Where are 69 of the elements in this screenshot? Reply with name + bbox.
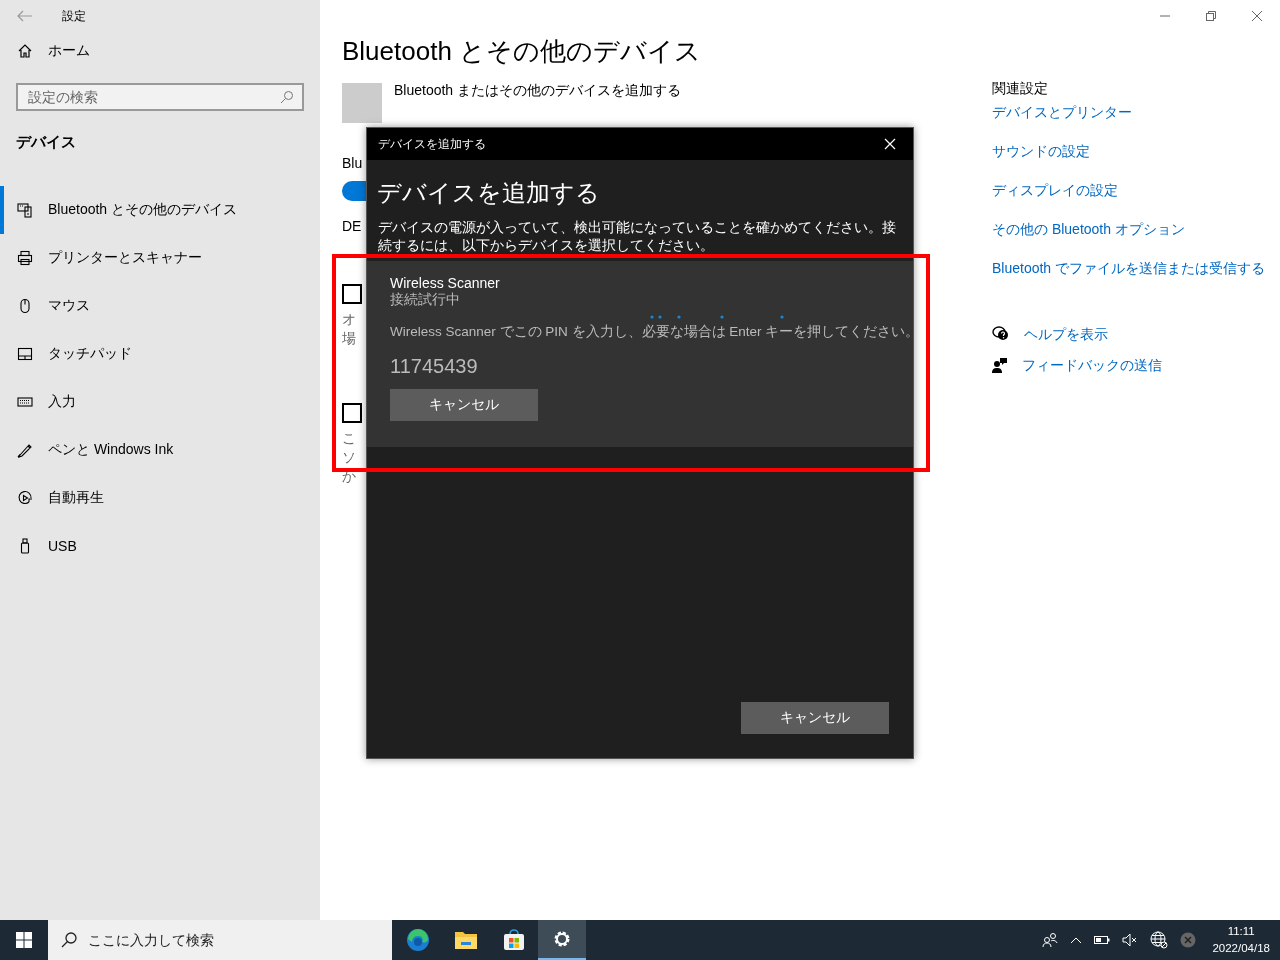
close-circle-icon[interactable] [1180,932,1197,948]
speaker-muted-icon[interactable] [1122,933,1139,947]
browser-icon [406,928,430,952]
add-device-label[interactable]: Bluetooth またはその他のデバイスを追加する [394,83,682,97]
cancel-button[interactable]: キャンセル [390,389,538,421]
sidebar-item[interactable]: マウス [0,282,320,330]
option-text: 場 [342,329,356,348]
sidebar-item[interactable]: 自動再生 [0,474,320,522]
clock-date: 2022/04/18 [1212,941,1270,956]
taskbar-app[interactable] [538,920,586,960]
home-link[interactable]: ホーム [0,41,320,61]
cancel-button[interactable]: キャンセル [741,702,889,734]
battery-icon[interactable] [1094,935,1111,945]
device-name: Wireless Scanner [390,275,501,291]
feedback-icon [992,357,1008,373]
people-icon[interactable] [1042,932,1059,948]
chevron-up-icon[interactable] [1070,936,1083,944]
settings-link[interactable]: デバイスとプリンター [992,102,1132,122]
sidebar-item[interactable]: ペンと Windows Ink [0,426,320,474]
page-title: Bluetooth とその他のデバイス [342,35,703,68]
section-heading: デバイス [15,133,77,152]
windows-logo-icon [16,932,32,948]
sidebar-item[interactable]: Bluetooth とその他のデバイス [0,186,320,234]
keyboard-icon [17,394,33,410]
bluetooth-label: Blu [342,155,363,171]
option-text: か [342,467,356,486]
search-field[interactable]: 設定の検索 [16,83,304,111]
option-text: オ [342,310,356,329]
help-link[interactable]: フィードバックの送信 [1022,355,1162,375]
option-text: ソ [342,448,356,467]
help-icon [992,326,1010,342]
pin-code: 11745439 [390,355,479,378]
store-icon [503,929,525,951]
folder-icon [454,930,478,950]
restore-icon[interactable] [1205,10,1217,22]
autoplay-icon [17,490,33,506]
help-link[interactable]: ヘルプを表示 [1024,324,1108,344]
device-panel[interactable]: Wireless Scanner 接続試行中 Wireless Scanner でこの PIN を入力し、必要な場合は Enter キーを押してください。 11745439 キャンセル [367,261,913,447]
printer-icon [17,250,33,266]
touchpad-icon [17,346,33,362]
window-title: 設定 [62,7,86,25]
taskbar-search-field[interactable]: ここに入力して検索 [48,920,392,960]
bluetooth-icon [17,202,33,218]
mouse-icon [17,298,33,314]
sidebar-item[interactable]: USB [0,522,320,570]
option-text: こ [342,429,356,448]
settings-link[interactable]: サウンドの設定 [992,141,1090,161]
dialog-heading: デバイスを追加する [376,178,601,207]
clock[interactable]: 11:11 2022/04/18 [1212,923,1270,957]
sidebar-item[interactable]: 入力 [0,378,320,426]
search-icon [280,90,294,104]
sidebar-item[interactable]: プリンターとスキャナー [0,234,320,282]
settings-link[interactable]: Bluetooth でファイルを送信または受信する [992,258,1266,278]
search-icon [61,932,77,948]
sidebar-item[interactable]: タッチパッド [0,330,320,378]
related-settings-heading: 関連設定 [992,80,1048,98]
dialog-description: デバイスの電源が入っていて、検出可能になっていることを確かめてください。接続するには、以下からデバイスを選択してください。 [377,219,897,255]
checkbox[interactable] [342,403,362,423]
home-icon [17,43,33,59]
device-status: 接続試行中 [390,291,461,309]
globe-icon[interactable] [1150,931,1169,949]
dialog-title: デバイスを追加する [378,135,486,153]
settings-link[interactable]: その他の Bluetooth オプション [992,219,1185,239]
clock-time: 11:11 [1227,924,1255,939]
settings-link[interactable]: ディスプレイの設定 [992,180,1118,200]
checkbox[interactable] [342,284,362,304]
gear-icon [552,929,572,949]
section-heading: DE [342,218,362,234]
pen-icon [17,442,33,458]
